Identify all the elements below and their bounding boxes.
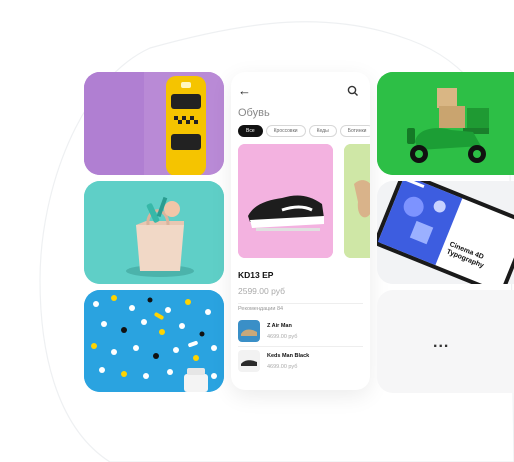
chip-keds[interactable]: Кеды: [308, 125, 337, 137]
list-item[interactable]: Z Air Man 4699.00 руб: [238, 320, 363, 342]
rec-name: Keds Man Black: [267, 353, 310, 359]
divider: [238, 303, 363, 304]
recommendations-title: Рекомендации 84: [238, 306, 284, 312]
rec-price: 4699.00 руб: [267, 364, 298, 370]
shopping-bag-tile[interactable]: [84, 181, 224, 284]
search-icon[interactable]: [346, 84, 360, 98]
scooter-icon: [377, 72, 514, 175]
pills-icon: [84, 290, 224, 392]
taxi-car-icon: [84, 72, 224, 175]
delivery-scooter-tile[interactable]: [377, 72, 514, 175]
more-label: ...: [433, 334, 450, 351]
product-price: 2599.00 руб: [238, 286, 285, 296]
product-card[interactable]: [238, 144, 333, 258]
category-chips: ВсеКроссовкиКедыБотинкиСа: [238, 125, 370, 137]
chip-all[interactable]: Все: [238, 125, 263, 137]
page-title: Обувь: [238, 107, 270, 119]
divider: [238, 346, 363, 347]
product-name: KD13 EP: [238, 270, 274, 280]
rec-name: Z Air Man: [267, 323, 292, 329]
product-image-2: [344, 144, 370, 258]
phone-top-bar: ←: [231, 84, 370, 98]
product-card-2[interactable]: [344, 144, 370, 258]
chip-sneakers[interactable]: Кроссовки: [265, 125, 306, 137]
back-arrow-icon[interactable]: ←: [238, 84, 251, 98]
shopping-bag-icon: [84, 181, 224, 284]
cinema-4d-tile[interactable]: Cinema 4D Typography: [377, 181, 514, 284]
phone-mockup: ← Обувь ВсеКроссовкиКедыБотинкиСа KD13 E…: [231, 72, 370, 390]
rec-price: 4699.00 руб: [267, 334, 298, 340]
list-item[interactable]: Keds Man Black 4699.00 руб: [238, 350, 363, 372]
rec-thumb-icon: [238, 320, 260, 342]
taxi-tile[interactable]: [84, 72, 224, 175]
more-tile[interactable]: ...: [377, 290, 514, 393]
chip-boots[interactable]: Ботинки: [339, 125, 370, 137]
rec-thumb-icon: [238, 350, 260, 372]
sneaker-image: [238, 144, 333, 258]
pills-tile[interactable]: [84, 290, 224, 392]
